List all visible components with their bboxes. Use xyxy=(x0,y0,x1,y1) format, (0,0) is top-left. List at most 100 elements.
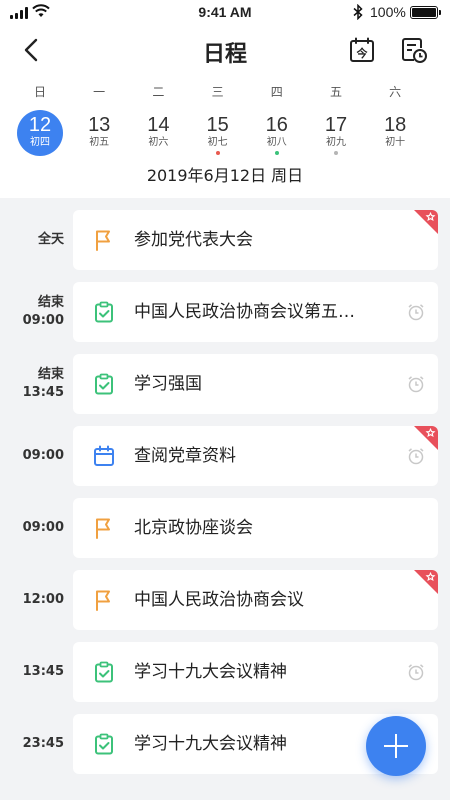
day-number: 12 xyxy=(28,114,52,136)
event-title: 学习十九大会议精神 xyxy=(134,662,287,682)
flag-icon xyxy=(96,518,110,539)
event-time: 全天 xyxy=(0,231,64,249)
weekday-label: 二 xyxy=(152,85,165,99)
day-number: 13 xyxy=(88,114,111,136)
clipboard-check-icon xyxy=(95,301,113,323)
event-dot xyxy=(274,151,279,155)
weekday-label: 三 xyxy=(211,85,224,99)
day-number: 14 xyxy=(147,114,170,136)
lunar-date: 初五 xyxy=(89,137,110,148)
event-title: 学习强国 xyxy=(134,374,202,394)
selected-date: 2019年6月12日 周日 xyxy=(146,166,304,185)
event-row: 09:00 北京政协座谈会 xyxy=(0,498,450,558)
event-title: 中国人民政治协商会议 xyxy=(134,590,304,610)
event-title: 北京政协座谈会 xyxy=(134,518,253,538)
alarm-clock-icon xyxy=(408,304,424,321)
day-number: 18 xyxy=(384,114,407,136)
clipboard-check-icon xyxy=(95,733,113,755)
time-label: 12:00 xyxy=(22,592,64,607)
event-time: 09:00 xyxy=(0,447,64,465)
lunar-date: 初十 xyxy=(385,137,406,148)
time-value: 09:00 xyxy=(22,313,64,328)
event-dot xyxy=(215,151,220,155)
event-dot xyxy=(334,151,338,155)
event-row: 13:45 学习十九大会议精神 xyxy=(0,642,450,702)
time-label: 结束 xyxy=(37,295,64,310)
battery-icon xyxy=(410,6,441,19)
day-circle: 13 初五 xyxy=(76,110,122,156)
weekday-label: 五 xyxy=(329,85,342,99)
header-area: 9:41 AM 100% 日程 今 日 12 初四 一 13 初五 二 14 初六 三 15 初七 四 1… xyxy=(0,0,450,198)
day-cell-14[interactable]: 二 14 初六 xyxy=(132,84,184,156)
event-title: 学习十九大会议精神 xyxy=(134,734,287,754)
add-event-button[interactable] xyxy=(366,716,426,776)
day-circle: 16 初八 xyxy=(254,110,300,156)
day-circle: 15 初七 xyxy=(195,110,241,156)
day-circle: 17 初九 xyxy=(313,110,359,156)
today-icon-label: 今 xyxy=(356,46,369,60)
page-title: 日程 xyxy=(202,42,247,67)
event-time: 23:45 xyxy=(0,735,64,753)
time-label: 09:00 xyxy=(22,448,64,463)
event-time: 结束 09:00 xyxy=(0,294,64,330)
clipboard-check-icon xyxy=(95,373,113,395)
time-label: 结束 xyxy=(37,367,64,382)
weekday-label: 一 xyxy=(93,85,106,99)
calendar-icon xyxy=(94,445,114,466)
flag-icon xyxy=(96,230,110,251)
event-row: 09:00 查阅党章资料 xyxy=(0,426,450,486)
star-ribbon-icon xyxy=(414,210,438,234)
lunar-date: 初六 xyxy=(148,137,169,148)
clipboard-check-icon xyxy=(95,661,113,683)
event-card[interactable]: 北京政协座谈会 xyxy=(73,498,438,558)
day-circle: 18 初十 xyxy=(372,110,418,156)
star-ribbon-icon xyxy=(414,426,438,450)
event-row: 全天 参加党代表大会 xyxy=(0,210,450,270)
status-bar: 9:41 AM 100% xyxy=(0,0,450,26)
time-label: 13:45 xyxy=(22,664,64,679)
event-title: 参加党代表大会 xyxy=(134,230,253,250)
weekday-label: 四 xyxy=(270,85,283,99)
battery-percent: 100% xyxy=(370,4,406,20)
event-card[interactable]: 查阅党章资料 xyxy=(73,426,438,486)
day-cell-12[interactable]: 日 12 初四 xyxy=(14,84,66,156)
day-number: 17 xyxy=(324,114,348,136)
lunar-date: 初七 xyxy=(207,137,228,148)
day-number: 16 xyxy=(265,114,288,136)
alarm-clock-icon xyxy=(408,664,424,681)
day-cell-18[interactable]: 六 18 初十 xyxy=(369,84,421,156)
time-label: 全天 xyxy=(37,232,64,247)
schedule-clock-icon[interactable] xyxy=(400,36,428,64)
event-time: 结束 13:45 xyxy=(0,366,64,402)
lunar-date: 初八 xyxy=(266,137,287,148)
day-cell-17[interactable]: 五 17 初九 xyxy=(310,84,362,156)
event-card[interactable]: 中国人民政治协商会议 xyxy=(73,570,438,630)
weekday-label: 六 xyxy=(389,85,402,99)
nav-bar: 日程 今 xyxy=(0,28,450,72)
event-row: 12:00 中国人民政治协商会议 xyxy=(0,570,450,630)
event-title: 中国人民政治协商会议第五… xyxy=(134,302,355,322)
weekday-label: 日 xyxy=(33,85,46,99)
day-cell-16[interactable]: 四 16 初八 xyxy=(251,84,303,156)
day-circle: 14 初六 xyxy=(135,110,181,156)
event-time: 13:45 xyxy=(0,663,64,681)
day-cell-15[interactable]: 三 15 初七 xyxy=(192,84,244,156)
lunar-date: 初四 xyxy=(30,137,50,148)
time-value: 13:45 xyxy=(22,385,64,400)
event-card[interactable]: 中国人民政治协商会议第五… xyxy=(73,282,438,342)
day-cell-13[interactable]: 一 13 初五 xyxy=(73,84,125,156)
event-row: 结束 13:45 学习强国 xyxy=(0,354,450,414)
selected-day-circle: 12 初四 xyxy=(17,110,63,156)
event-card[interactable]: 学习强国 xyxy=(73,354,438,414)
event-title: 查阅党章资料 xyxy=(134,446,236,466)
day-number: 15 xyxy=(206,114,229,136)
today-calendar-icon[interactable]: 今 xyxy=(348,36,376,64)
event-card[interactable]: 参加党代表大会 xyxy=(73,210,438,270)
alarm-clock-icon xyxy=(408,376,424,393)
event-card[interactable]: 学习十九大会议精神 xyxy=(73,642,438,702)
star-ribbon-icon xyxy=(414,570,438,594)
time-label: 23:45 xyxy=(22,736,64,751)
event-time: 09:00 xyxy=(0,519,64,537)
event-row: 结束 09:00 中国人民政治协商会议第五… xyxy=(0,282,450,342)
event-time: 12:00 xyxy=(0,591,64,609)
